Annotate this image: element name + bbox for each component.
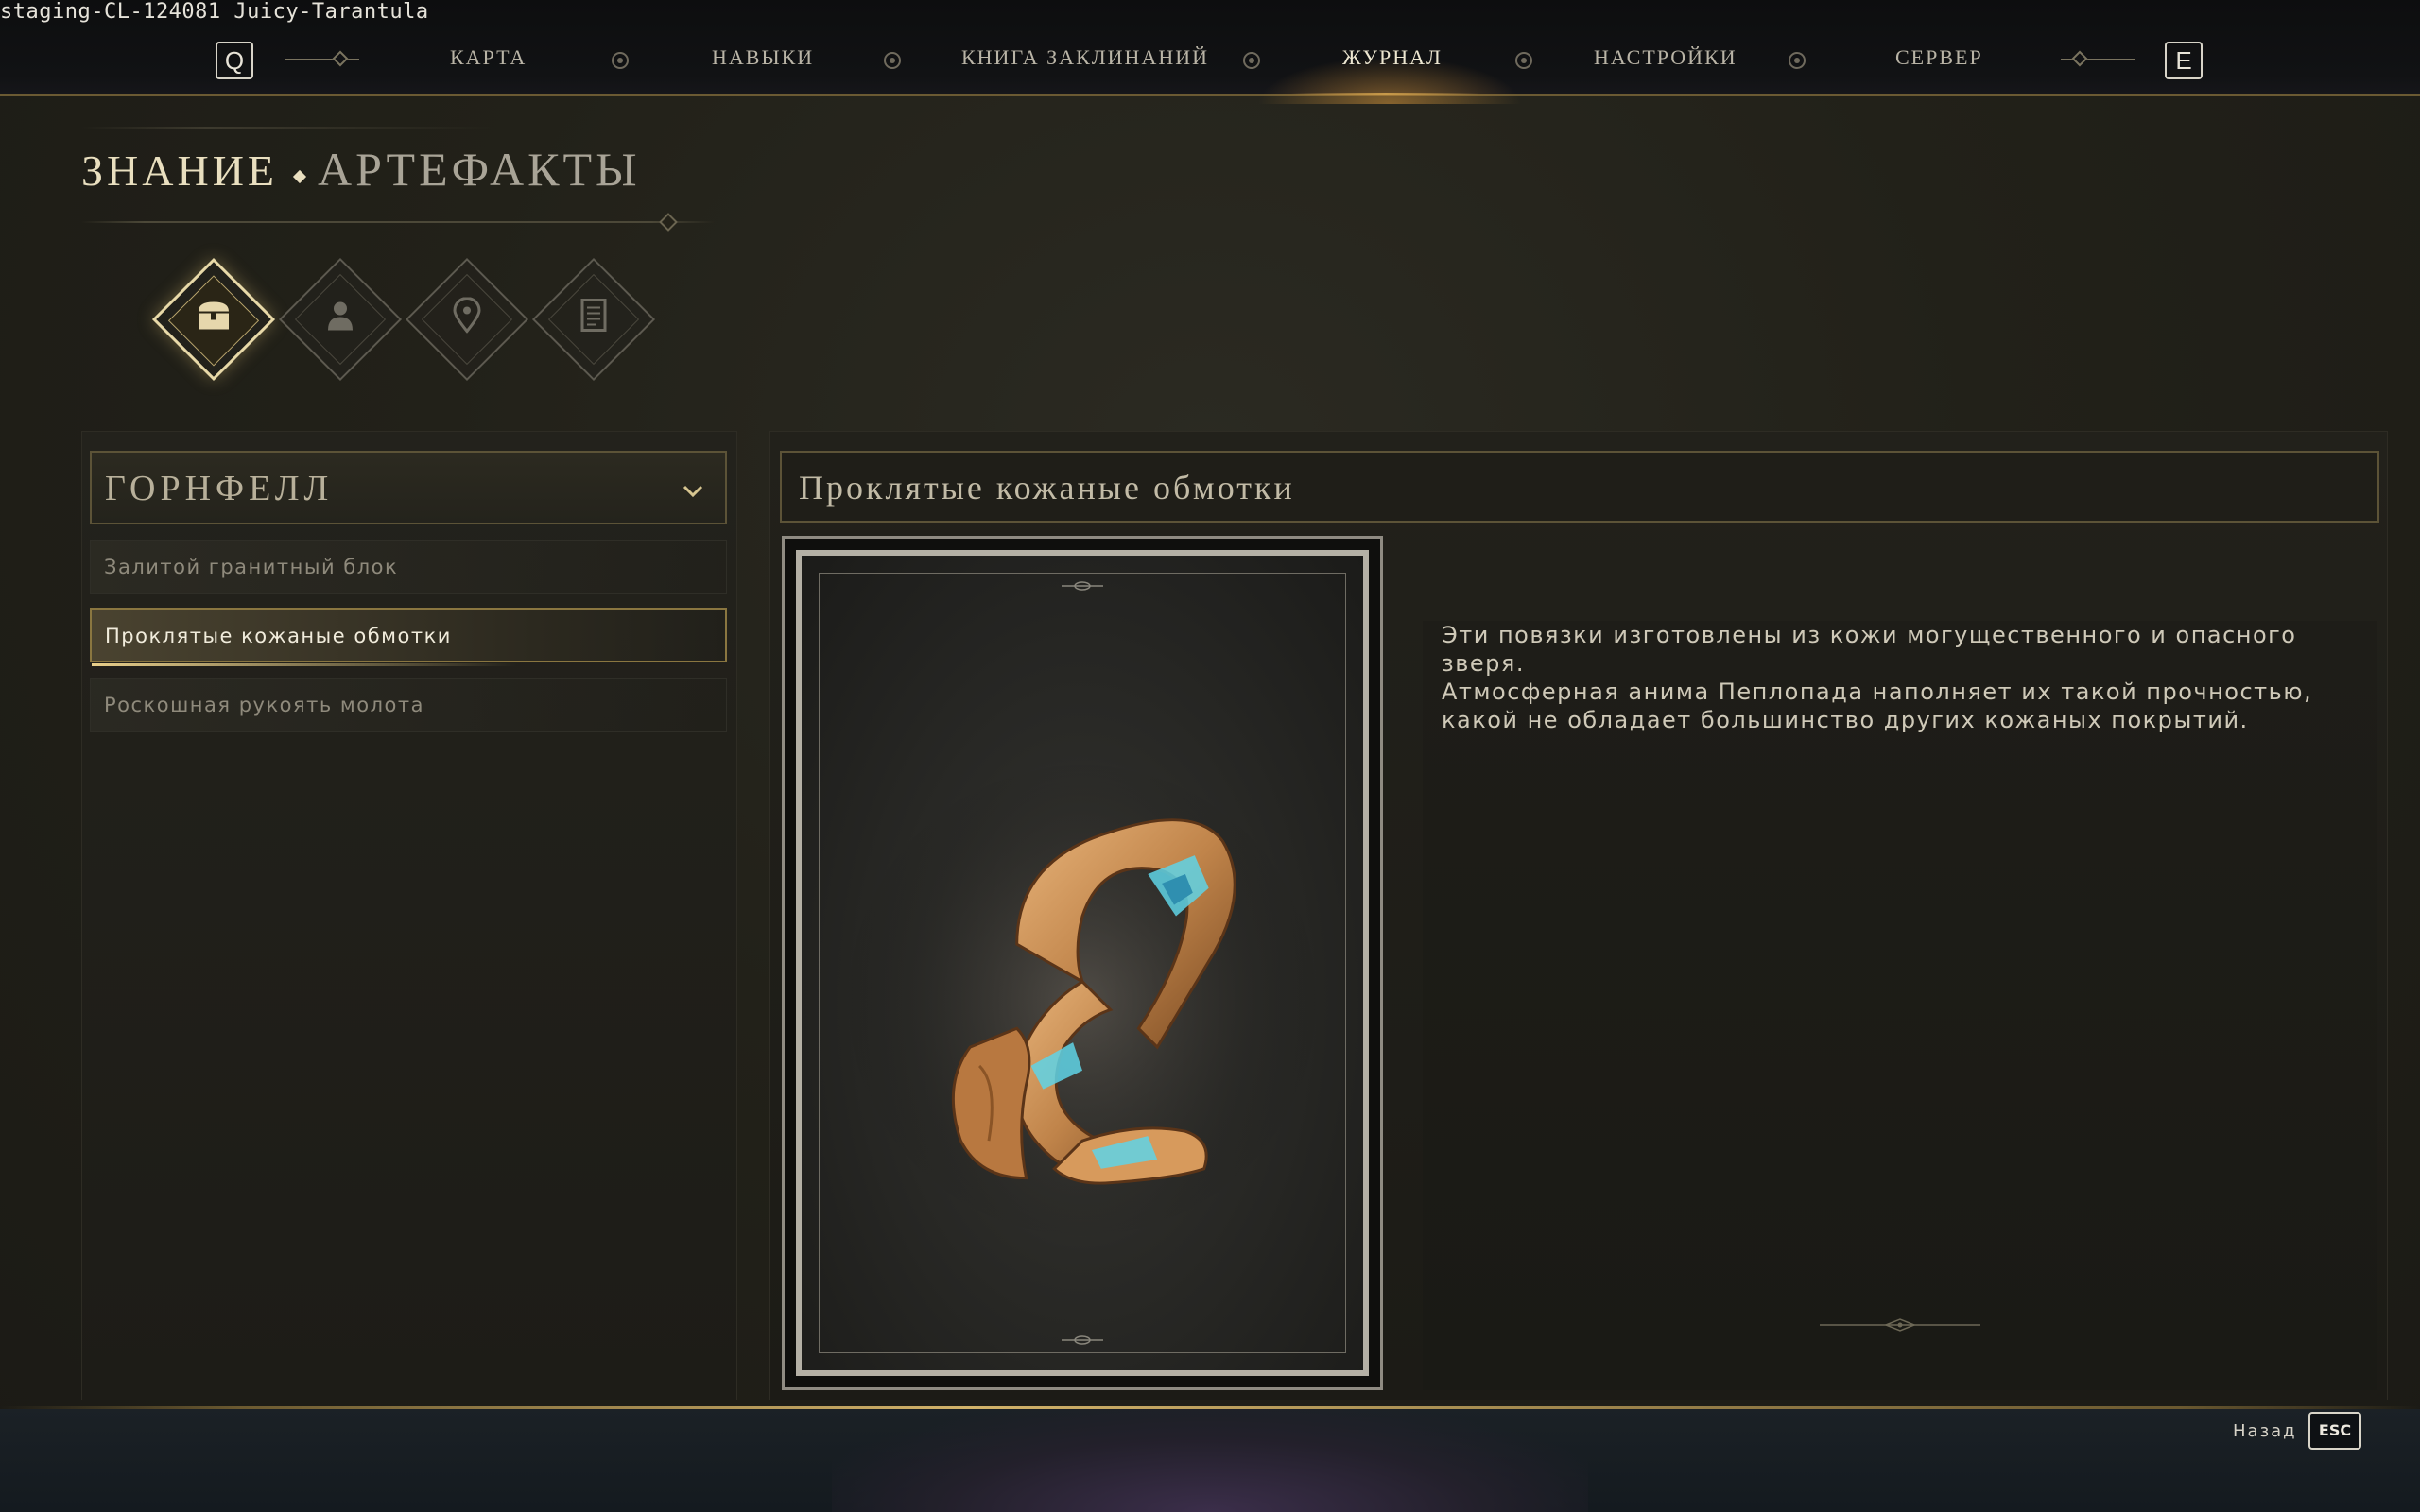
heading-ornament-icon: [659, 213, 678, 232]
nav-divider-icon: [1789, 52, 1806, 69]
heading-top-rule: [81, 127, 497, 129]
nav-divider-icon: [1243, 52, 1260, 69]
footer-scene-backdrop: [832, 1409, 1588, 1512]
category-locations-tab[interactable]: [405, 257, 529, 382]
lore-list-item-label: Залитой гранитный блок: [104, 556, 399, 578]
next-tab-key[interactable]: E: [2165, 42, 2203, 79]
description-line: Эти повязки изготовлены из кожи могущест…: [1442, 622, 2297, 677]
category-documents-tab[interactable]: [531, 257, 656, 382]
build-version-label: staging-CL-124081 Juicy-Tarantula: [0, 0, 429, 24]
nav-divider-icon: [1515, 52, 1532, 69]
description-line: Атмосферная анима Пеплопада наполняет их…: [1442, 679, 2313, 705]
lore-list-item[interactable]: Залитой гранитный блок: [90, 540, 727, 594]
nav-divider-icon: [884, 52, 901, 69]
category-characters-tab[interactable]: [278, 257, 403, 382]
lore-list-item-label: Роскошная рукоять молота: [104, 694, 424, 716]
lore-list-item-label: Проклятые кожаные обмотки: [105, 625, 452, 647]
nav-tab-skills[interactable]: НАВЫКИ: [712, 45, 814, 70]
category-artifacts-tab[interactable]: [151, 257, 276, 382]
heading-separator-icon: [292, 170, 307, 184]
page-heading: ЗНАНИЕ АРТЕФАКТЫ: [81, 142, 641, 197]
description-panel: Эти повязки изготовлены из кожи могущест…: [1423, 621, 2377, 1390]
prev-tab-key[interactable]: Q: [216, 42, 253, 79]
left-nav-ornament: [285, 50, 359, 67]
nav-tab-settings[interactable]: НАСТРОЙКИ: [1594, 45, 1737, 70]
chevron-down-icon: [682, 477, 704, 506]
heading-underline: [81, 221, 715, 223]
chest-icon: [195, 299, 233, 341]
scroll-icon: [579, 299, 608, 341]
game-screen: Q КАРТА НАВЫКИ КНИГА ЗАКЛИНАНИЙ ЖУРНАЛ Н…: [0, 0, 2420, 1512]
artifact-card: [782, 536, 1383, 1390]
lore-list-item[interactable]: Роскошная рукоять молота: [90, 678, 727, 732]
active-tab-underline: [1291, 93, 1480, 95]
region-dropdown[interactable]: ГОРНФЕЛЛ: [90, 451, 727, 524]
nav-tab-server[interactable]: СЕРВЕР: [1895, 45, 1983, 70]
description-line: какой не обладает большинство других кож…: [1442, 707, 2249, 733]
back-label: Назад: [2233, 1421, 2297, 1441]
back-button[interactable]: ESC: [2308, 1412, 2361, 1450]
description-ornament-icon: [1820, 1318, 1980, 1332]
lore-list-panel: ГОРНФЕЛЛ Залитой гранитный блок Прокляты…: [81, 431, 737, 1400]
nav-divider-icon: [612, 52, 629, 69]
right-nav-ornament: [2061, 50, 2135, 67]
heading-section: ЗНАНИЕ: [81, 146, 279, 195]
detail-title-bar: Проклятые кожаные обмотки: [780, 451, 2379, 523]
footer-divider: [0, 1406, 2420, 1409]
nav-tab-spellbook[interactable]: КНИГА ЗАКЛИНАНИЙ: [961, 45, 1209, 70]
nav-tab-map[interactable]: КАРТА: [450, 45, 527, 70]
region-dropdown-label: ГОРНФЕЛЛ: [105, 469, 334, 508]
character-icon: [324, 299, 356, 341]
detail-title: Проклятые кожаные обмотки: [799, 469, 1295, 507]
location-pin-icon: [453, 297, 481, 342]
artifact-description: Эти повязки изготовлены из кожи могущест…: [1442, 621, 2368, 734]
nav-tab-journal[interactable]: ЖУРНАЛ: [1342, 45, 1443, 70]
heading-subsection: АРТЕФАКТЫ: [318, 143, 641, 196]
lore-detail-panel: Проклятые кожаные обмотки Эти повязки из…: [769, 431, 2388, 1400]
leather-wraps-artifact-icon: [838, 757, 1326, 1244]
lore-list-item-selected[interactable]: Проклятые кожаные обмотки: [90, 608, 727, 666]
